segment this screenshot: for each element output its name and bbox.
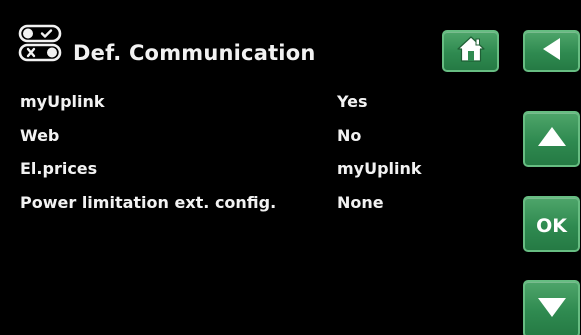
setting-label: Web: [20, 125, 60, 145]
setting-label: Power limitation ext. config.: [20, 192, 277, 212]
setting-label: El.prices: [20, 159, 98, 178]
settings-list: myUplink Yes Web No El.prices myUplink P…: [20, 92, 500, 226]
display-screen: Def. Communication myUplink Yes Web No E…: [6, 10, 580, 335]
setting-row-power-limitation[interactable]: Power limitation ext. config. None: [20, 193, 500, 227]
down-arrow-icon: [536, 295, 568, 323]
setting-row-myuplink[interactable]: myUplink Yes: [20, 92, 500, 126]
back-arrow-icon: [539, 36, 565, 66]
setting-value: None: [337, 192, 384, 212]
home-icon: [456, 35, 486, 67]
up-arrow-icon: [536, 125, 568, 153]
setting-value: No: [337, 125, 362, 145]
setting-value: Yes: [337, 92, 368, 111]
scroll-up-button[interactable]: [523, 111, 580, 167]
ok-label: OK: [536, 214, 567, 237]
ok-button[interactable]: OK: [523, 196, 580, 252]
setting-label: myUplink: [20, 92, 105, 111]
home-button[interactable]: [442, 30, 499, 72]
setting-value: myUplink: [337, 159, 422, 178]
back-button[interactable]: [523, 30, 580, 72]
toggle-switches-icon: [18, 24, 63, 62]
setting-row-web[interactable]: Web No: [20, 126, 500, 160]
scroll-down-button[interactable]: [523, 280, 580, 335]
setting-row-el-prices[interactable]: El.prices myUplink: [20, 159, 500, 193]
page-title: Def. Communication: [73, 41, 316, 65]
